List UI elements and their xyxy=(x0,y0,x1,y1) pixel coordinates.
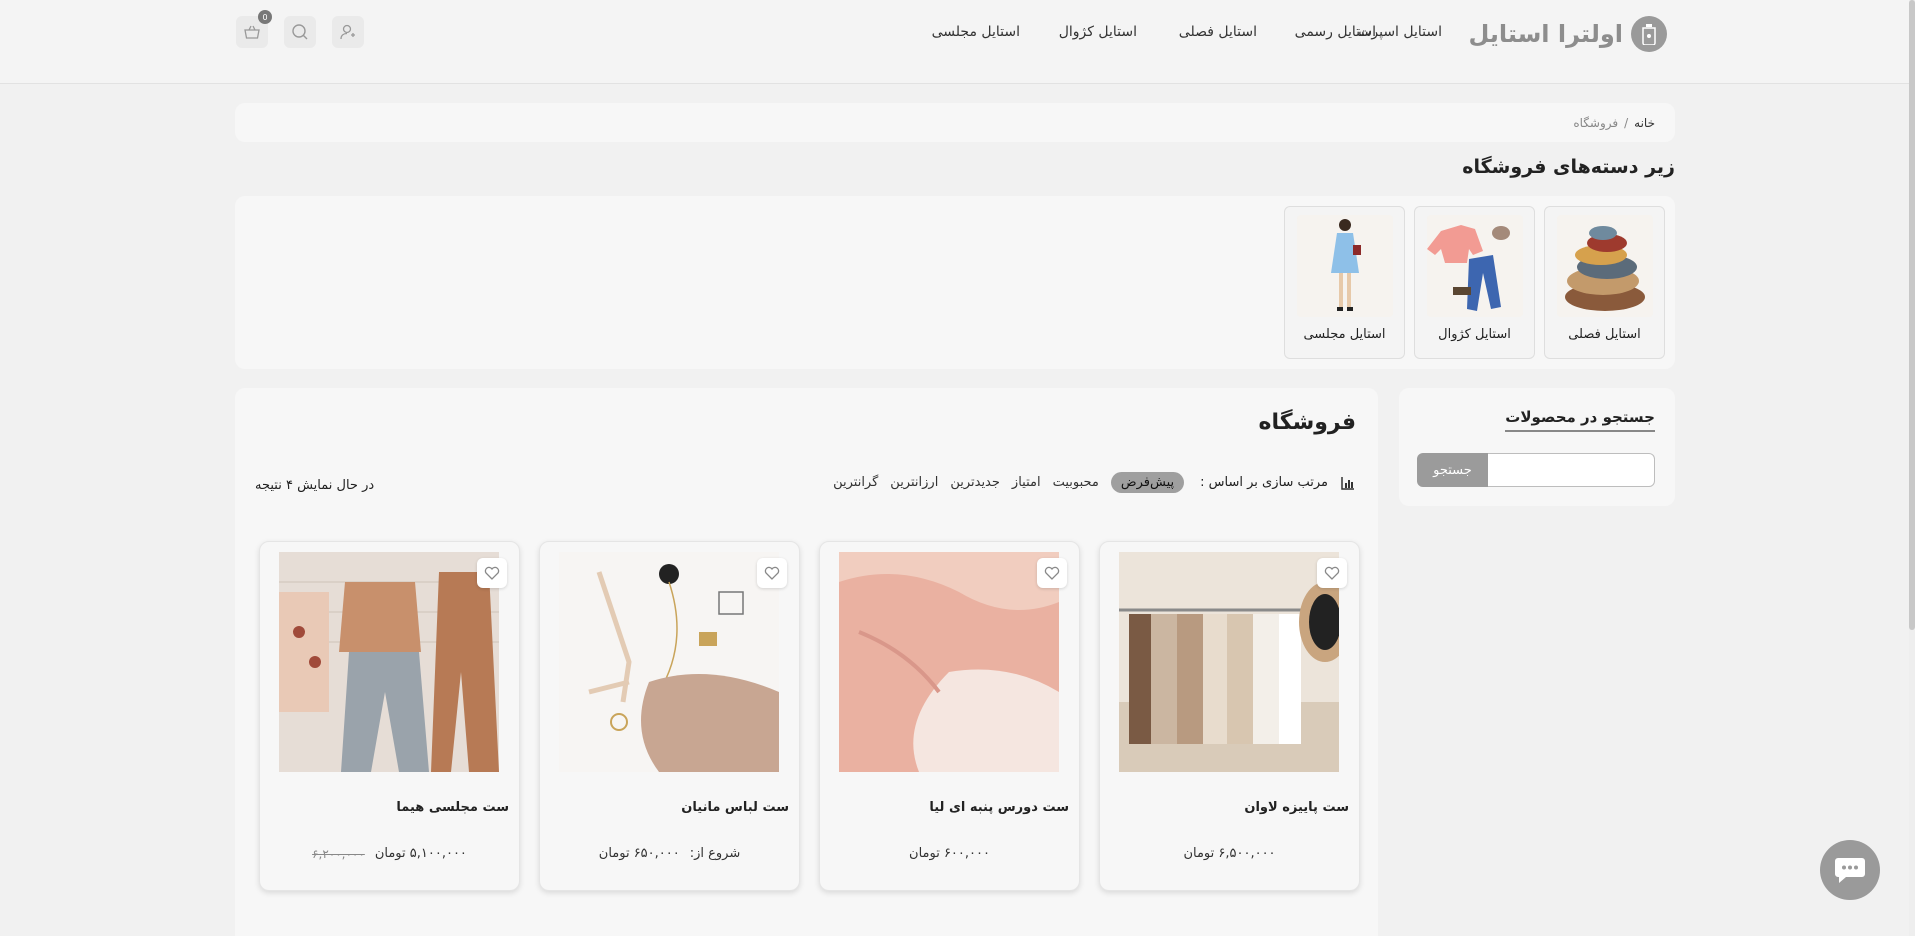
nav-item-party[interactable]: استایل مجلسی xyxy=(932,24,1020,40)
product-price: ۶۰۰,۰۰۰ تومان xyxy=(909,846,990,861)
scrollbar-thumb[interactable] xyxy=(1909,0,1915,630)
product-image[interactable] xyxy=(839,552,1059,772)
chat-button[interactable] xyxy=(1820,840,1880,900)
product-price-row: ۵,۱۰۰,۰۰۰ تومان ۶,۲۰۰,۰۰۰ xyxy=(260,846,519,861)
search-icon xyxy=(292,24,308,40)
add-to-wishlist-button[interactable] xyxy=(477,558,507,588)
logo[interactable]: اولترا استایل xyxy=(1468,16,1667,52)
product-price-row: ۶۰۰,۰۰۰ تومان xyxy=(820,846,1079,861)
product-card[interactable]: ست لباس مانیان شروع از: ۶۵۰,۰۰۰ تومان xyxy=(539,541,800,891)
bar-chart-icon xyxy=(1341,476,1354,490)
product-price: ۶۵۰,۰۰۰ تومان xyxy=(598,846,680,861)
subcategory-thumb xyxy=(1426,215,1523,317)
subcategory-thumb xyxy=(1296,215,1393,317)
sort-option-newest[interactable]: جدیدترین xyxy=(950,475,1000,490)
product-price-row: شروع از: ۶۵۰,۰۰۰ تومان xyxy=(540,846,799,861)
add-to-wishlist-button[interactable] xyxy=(1037,558,1067,588)
breadcrumb-separator: / xyxy=(1624,115,1629,130)
sort-label: مرتب سازی بر اساس : xyxy=(1200,475,1328,490)
product-image[interactable] xyxy=(1119,552,1339,772)
sort-option-popularity[interactable]: محبوبیت xyxy=(1053,475,1099,490)
product-old-price: ۶,۲۰۰,۰۰۰ xyxy=(312,846,365,861)
add-to-wishlist-button[interactable] xyxy=(1317,558,1347,588)
product-search-input[interactable] xyxy=(1488,453,1655,487)
product-search-button[interactable]: جستجو xyxy=(1417,453,1488,487)
basket-icon xyxy=(244,25,260,39)
product-card[interactable]: ست دورس پنبه ای لیا ۶۰۰,۰۰۰ تومان xyxy=(819,541,1080,891)
nav-item-casual[interactable]: استایل کژوال xyxy=(1059,24,1137,40)
nav-item-formal[interactable]: استایل رسمی xyxy=(1295,24,1376,40)
search-form: جستجو xyxy=(1417,453,1655,487)
add-to-wishlist-button[interactable] xyxy=(757,558,787,588)
heart-icon xyxy=(1324,566,1340,580)
site-header: اولترا استایل استایل اسپرت استایل رسمی ا… xyxy=(0,0,1915,84)
sort-option-rating[interactable]: امتیاز xyxy=(1012,475,1041,490)
cart-button[interactable]: 0 xyxy=(236,10,272,48)
product-price: ۵,۱۰۰,۰۰۰ تومان xyxy=(374,846,467,861)
subcategories-title: زیر دسته‌های فروشگاه xyxy=(1462,156,1675,178)
logo-icon xyxy=(1631,16,1667,52)
product-name[interactable]: ست پاییزه لاوان xyxy=(1244,800,1349,815)
product-search-widget: جستجو در محصولات جستجو xyxy=(1399,388,1675,506)
product-name[interactable]: ست مجلسی هیما xyxy=(396,800,509,815)
product-price: ۶,۵۰۰,۰۰۰ تومان xyxy=(1183,846,1276,861)
chat-bubble-icon xyxy=(1835,858,1865,883)
logo-text: اولترا استایل xyxy=(1468,20,1623,48)
cart-count-badge: 0 xyxy=(258,10,272,24)
product-card[interactable]: ست پاییزه لاوان ۶,۵۰۰,۰۰۰ تومان xyxy=(1099,541,1360,891)
page-scrollbar[interactable] xyxy=(1909,0,1915,936)
product-name[interactable]: ست دورس پنبه ای لیا xyxy=(929,800,1069,815)
user-icon xyxy=(340,24,355,40)
heart-icon xyxy=(484,566,500,580)
heart-icon xyxy=(764,566,780,580)
product-name[interactable]: ست لباس مانیان xyxy=(681,800,789,815)
product-price-row: ۶,۵۰۰,۰۰۰ تومان xyxy=(1100,846,1359,861)
heart-icon xyxy=(1044,566,1060,580)
header-actions: 0 xyxy=(236,10,364,48)
search-button[interactable] xyxy=(284,16,316,48)
breadcrumb: خانه / فروشگاه xyxy=(235,103,1675,142)
subcategory-seasonal[interactable]: استایل فصلی xyxy=(1544,206,1665,359)
sort-bar: مرتب سازی بر اساس : پیش‌فرض محبوبیت امتی… xyxy=(833,472,1356,493)
shop-title: فروشگاه xyxy=(1258,410,1356,435)
breadcrumb-current: فروشگاه xyxy=(1573,115,1619,130)
account-button[interactable] xyxy=(332,16,364,48)
subcategory-label: استایل مجلسی xyxy=(1303,327,1386,342)
subcategories-panel: استایل فصلی استایل کژوال استایل مجلسی xyxy=(235,196,1675,369)
subcategory-label: استایل کژوال xyxy=(1438,327,1511,342)
product-card[interactable]: ست مجلسی هیما ۵,۱۰۰,۰۰۰ تومان ۶,۲۰۰,۰۰۰ xyxy=(259,541,520,891)
sort-option-default[interactable]: پیش‌فرض xyxy=(1110,472,1185,493)
sort-option-expensive[interactable]: گرانترین xyxy=(833,475,878,490)
subcategory-casual[interactable]: استایل کژوال xyxy=(1414,206,1535,359)
product-price-from: شروع از: xyxy=(689,846,741,861)
subcategory-thumb xyxy=(1556,215,1653,317)
product-image[interactable] xyxy=(279,552,499,772)
shop-main: فروشگاه مرتب سازی بر اساس : پیش‌فرض محبو… xyxy=(235,388,1378,936)
subcategory-label: استایل فصلی xyxy=(1568,327,1641,342)
search-widget-title: جستجو در محصولات xyxy=(1505,408,1655,432)
breadcrumb-home[interactable]: خانه xyxy=(1634,116,1655,130)
sort-option-cheapest[interactable]: ارزانترین xyxy=(890,475,938,490)
product-image[interactable] xyxy=(559,552,779,772)
result-count: در حال نمایش ۴ نتیجه xyxy=(255,478,375,493)
subcategory-party[interactable]: استایل مجلسی xyxy=(1284,206,1405,359)
nav-item-seasonal[interactable]: استایل فصلی xyxy=(1179,24,1257,40)
